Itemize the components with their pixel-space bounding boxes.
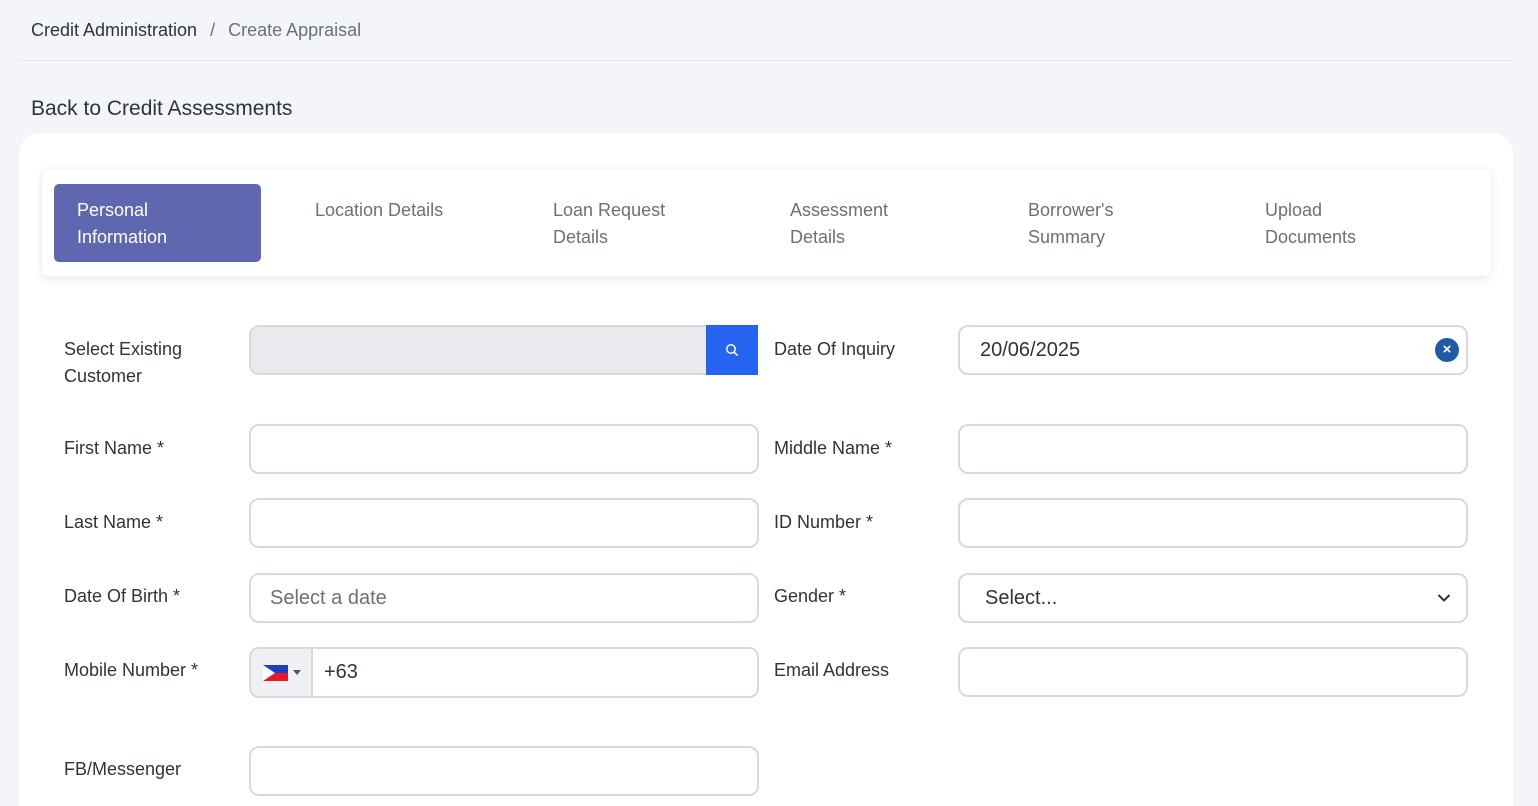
fb-messenger-input[interactable] bbox=[249, 746, 759, 796]
first-name-label: First Name * bbox=[64, 438, 165, 458]
tab-personal-information[interactable]: Personal Information bbox=[54, 184, 261, 262]
appraisal-form-card: Personal Information Location Details Lo… bbox=[19, 133, 1513, 806]
caret-down-icon bbox=[293, 670, 301, 675]
mobile-number-field bbox=[249, 647, 759, 698]
breadcrumb-parent[interactable]: Credit Administration bbox=[31, 20, 197, 41]
date-of-inquiry-input[interactable] bbox=[958, 325, 1468, 375]
breadcrumb-separator: / bbox=[210, 20, 216, 40]
chevron-down-icon bbox=[1438, 594, 1450, 602]
clear-icon[interactable]: × bbox=[1435, 338, 1459, 362]
mobile-number-input[interactable] bbox=[313, 649, 757, 696]
select-existing-customer-label: Select Existing Customer bbox=[64, 339, 183, 386]
date-of-birth-input[interactable] bbox=[249, 573, 759, 623]
customer-search bbox=[249, 325, 759, 375]
last-name-input[interactable] bbox=[249, 498, 759, 548]
customer-search-input[interactable] bbox=[249, 325, 709, 375]
email-address-label: Email Address bbox=[774, 660, 890, 680]
id-number-input[interactable] bbox=[958, 498, 1468, 548]
id-number-label: ID Number * bbox=[774, 512, 874, 532]
form-tabs: Personal Information Location Details Lo… bbox=[42, 170, 1491, 276]
date-of-birth-label: Date Of Birth * bbox=[64, 586, 181, 606]
country-code-selector[interactable] bbox=[251, 649, 313, 696]
tab-assessment-details[interactable]: Assessment Details bbox=[790, 184, 920, 251]
tab-location-details[interactable]: Location Details bbox=[315, 184, 485, 224]
last-name-label: Last Name * bbox=[64, 512, 164, 532]
mobile-number-label: Mobile Number * bbox=[64, 660, 199, 680]
gender-selected-value: Select... bbox=[985, 586, 1058, 609]
first-name-input[interactable] bbox=[249, 424, 759, 474]
middle-name-input[interactable] bbox=[958, 424, 1468, 474]
philippines-flag-icon bbox=[263, 664, 288, 681]
back-to-credit-assessments-link[interactable]: Back to Credit Assessments bbox=[31, 97, 292, 121]
search-icon bbox=[726, 344, 738, 356]
email-address-input[interactable] bbox=[958, 647, 1468, 697]
breadcrumb-current: Create Appraisal bbox=[228, 20, 362, 40]
middle-name-label: Middle Name * bbox=[774, 438, 893, 458]
tab-upload-documents[interactable]: Upload Documents bbox=[1265, 184, 1385, 251]
tab-borrowers-summary[interactable]: Borrower's Summary bbox=[1028, 184, 1148, 251]
date-of-inquiry-label: Date Of Inquiry bbox=[774, 339, 896, 359]
breadcrumb: Credit Administration / Create Appraisal bbox=[31, 20, 361, 41]
gender-select[interactable]: Select... bbox=[958, 573, 1468, 623]
header-divider bbox=[18, 60, 1512, 61]
customer-search-button[interactable] bbox=[706, 325, 758, 375]
gender-label: Gender * bbox=[774, 586, 847, 606]
tab-loan-request-details[interactable]: Loan Request Details bbox=[553, 184, 703, 251]
fb-messenger-label: FB/Messenger bbox=[64, 759, 182, 779]
